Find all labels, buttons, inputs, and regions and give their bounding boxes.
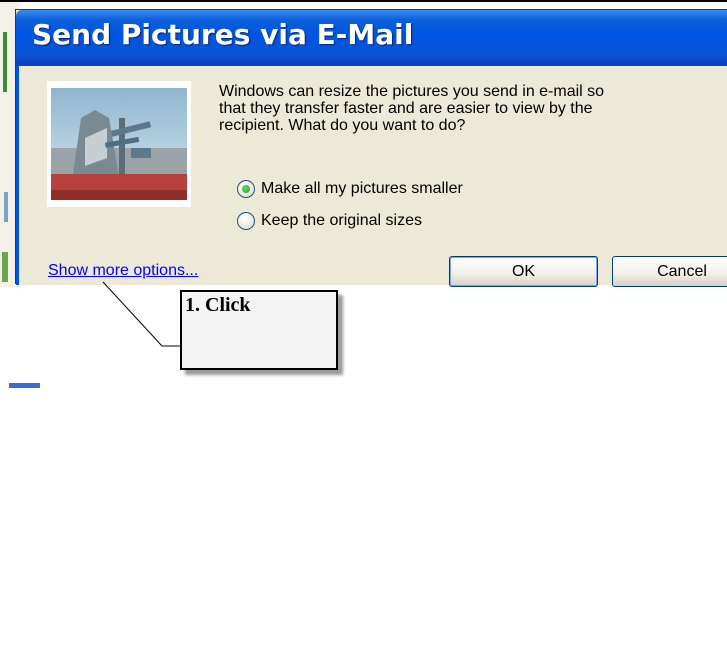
blue-dash-mark <box>9 383 40 388</box>
instruction-callout: 1. Click <box>180 290 338 370</box>
callout-text: 1. Click <box>185 294 251 316</box>
callout-pointer-line <box>102 281 182 347</box>
